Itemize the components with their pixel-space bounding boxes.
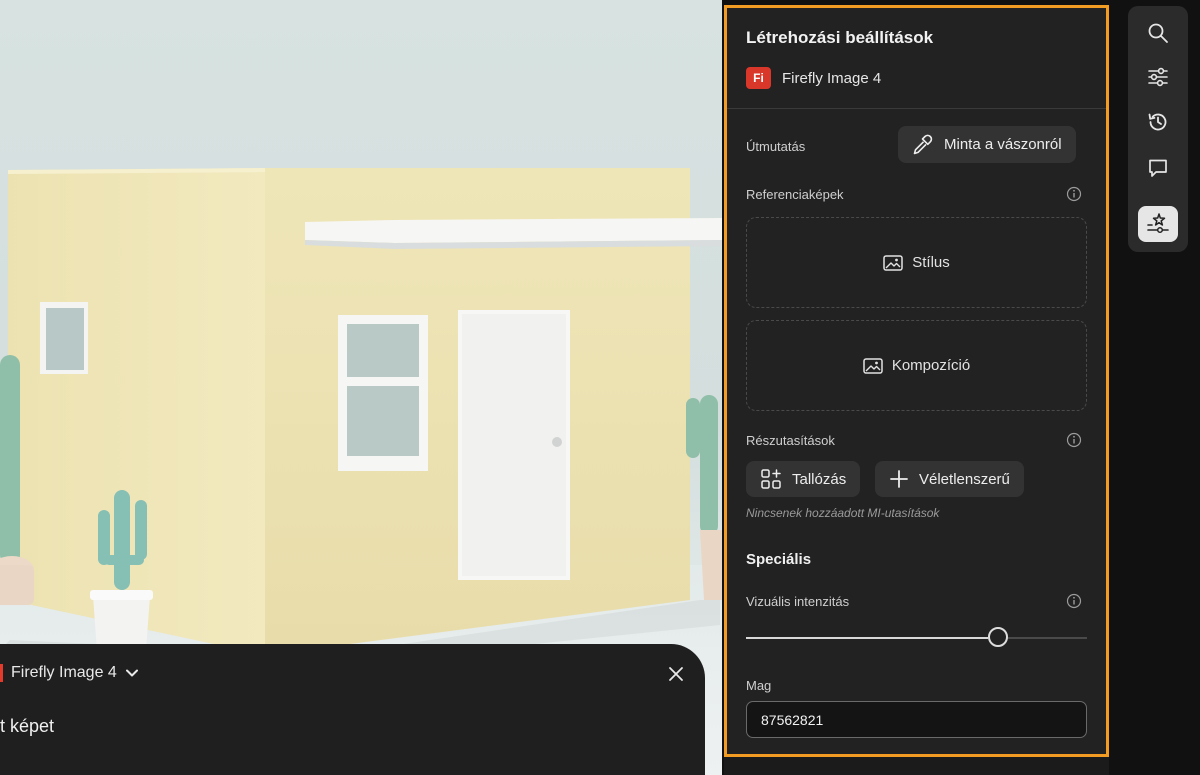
- composition-label: Kompozíció: [891, 357, 971, 374]
- browse-label: Tallózás: [792, 470, 847, 488]
- sample-from-canvas-label: Minta a vászonról: [944, 136, 1062, 153]
- model-picker-label: Firefly Image 4: [11, 664, 117, 681]
- close-button[interactable]: [662, 660, 690, 688]
- generation-settings-icon: [1147, 213, 1169, 234]
- style-reference-dropzone[interactable]: Stílus: [746, 217, 1087, 308]
- search-tool-button[interactable]: [1138, 15, 1178, 51]
- divider: [727, 108, 1106, 109]
- history-tool-button[interactable]: [1138, 104, 1178, 140]
- style-label: Stílus: [912, 254, 950, 271]
- prompt-input-text[interactable]: t képet: [0, 716, 54, 737]
- model-picker[interactable]: Firefly Image 4: [0, 662, 139, 684]
- info-icon[interactable]: [1066, 186, 1082, 202]
- random-label: Véletlenszerű: [919, 470, 1010, 488]
- firefly-badge-icon: Fi: [746, 67, 771, 89]
- prompt-bar: Firefly Image 4 t képet: [0, 644, 705, 775]
- seed-input[interactable]: [746, 701, 1087, 738]
- guidance-label: Útmutatás: [746, 139, 806, 154]
- no-prompts-hint: Nincsenek hozzáadott MI-utasítások: [746, 506, 940, 520]
- composition-reference-dropzone[interactable]: Kompozíció: [746, 320, 1087, 411]
- history-icon: [1148, 113, 1167, 131]
- firefly-logo-icon: [0, 664, 3, 682]
- visual-intensity-slider-thumb[interactable]: [988, 627, 1009, 647]
- image-icon: [883, 254, 903, 271]
- visual-intensity-slider-fill: [746, 637, 989, 639]
- advanced-section-title: Speciális: [746, 551, 812, 568]
- info-icon[interactable]: [1066, 432, 1082, 448]
- generation-settings-tool-button[interactable]: [1138, 206, 1178, 242]
- right-toolbar: [1128, 6, 1188, 252]
- browse-button[interactable]: Tallózás: [746, 461, 861, 497]
- comments-tool-button[interactable]: [1138, 150, 1178, 186]
- model-row: Fi Firefly Image 4: [746, 67, 881, 89]
- app-root: Firefly Image 4 t képet Létrehozási beál…: [0, 0, 1200, 775]
- sliders-icon: [1148, 67, 1168, 87]
- seed-label: Mag: [746, 678, 772, 693]
- adjustments-tool-button[interactable]: [1138, 59, 1178, 95]
- comment-icon: [1149, 159, 1167, 177]
- chevron-down-icon: [125, 669, 138, 677]
- random-button[interactable]: Véletlenszerű: [875, 461, 1024, 497]
- sample-from-canvas-button[interactable]: Minta a vászonról: [898, 126, 1076, 163]
- panel-title: Létrehozási beállítások: [746, 28, 934, 47]
- reference-images-label: Referenciaképek: [746, 187, 844, 202]
- visual-intensity-label: Vizuális intenzitás: [746, 594, 850, 609]
- panel-bottom-strip: [724, 757, 1109, 775]
- plus-icon: [890, 470, 908, 488]
- close-icon: [669, 667, 683, 681]
- grid-browse-icon: [761, 469, 781, 489]
- info-icon[interactable]: [1066, 593, 1082, 609]
- generation-settings-panel: Létrehozási beállítások Fi Firefly Image…: [724, 5, 1109, 757]
- image-icon: [863, 357, 883, 374]
- model-name: Firefly Image 4: [782, 69, 882, 87]
- sub-prompts-label: Részutasítások: [746, 433, 835, 448]
- eyedropper-icon: [913, 134, 933, 154]
- search-icon: [1148, 23, 1168, 43]
